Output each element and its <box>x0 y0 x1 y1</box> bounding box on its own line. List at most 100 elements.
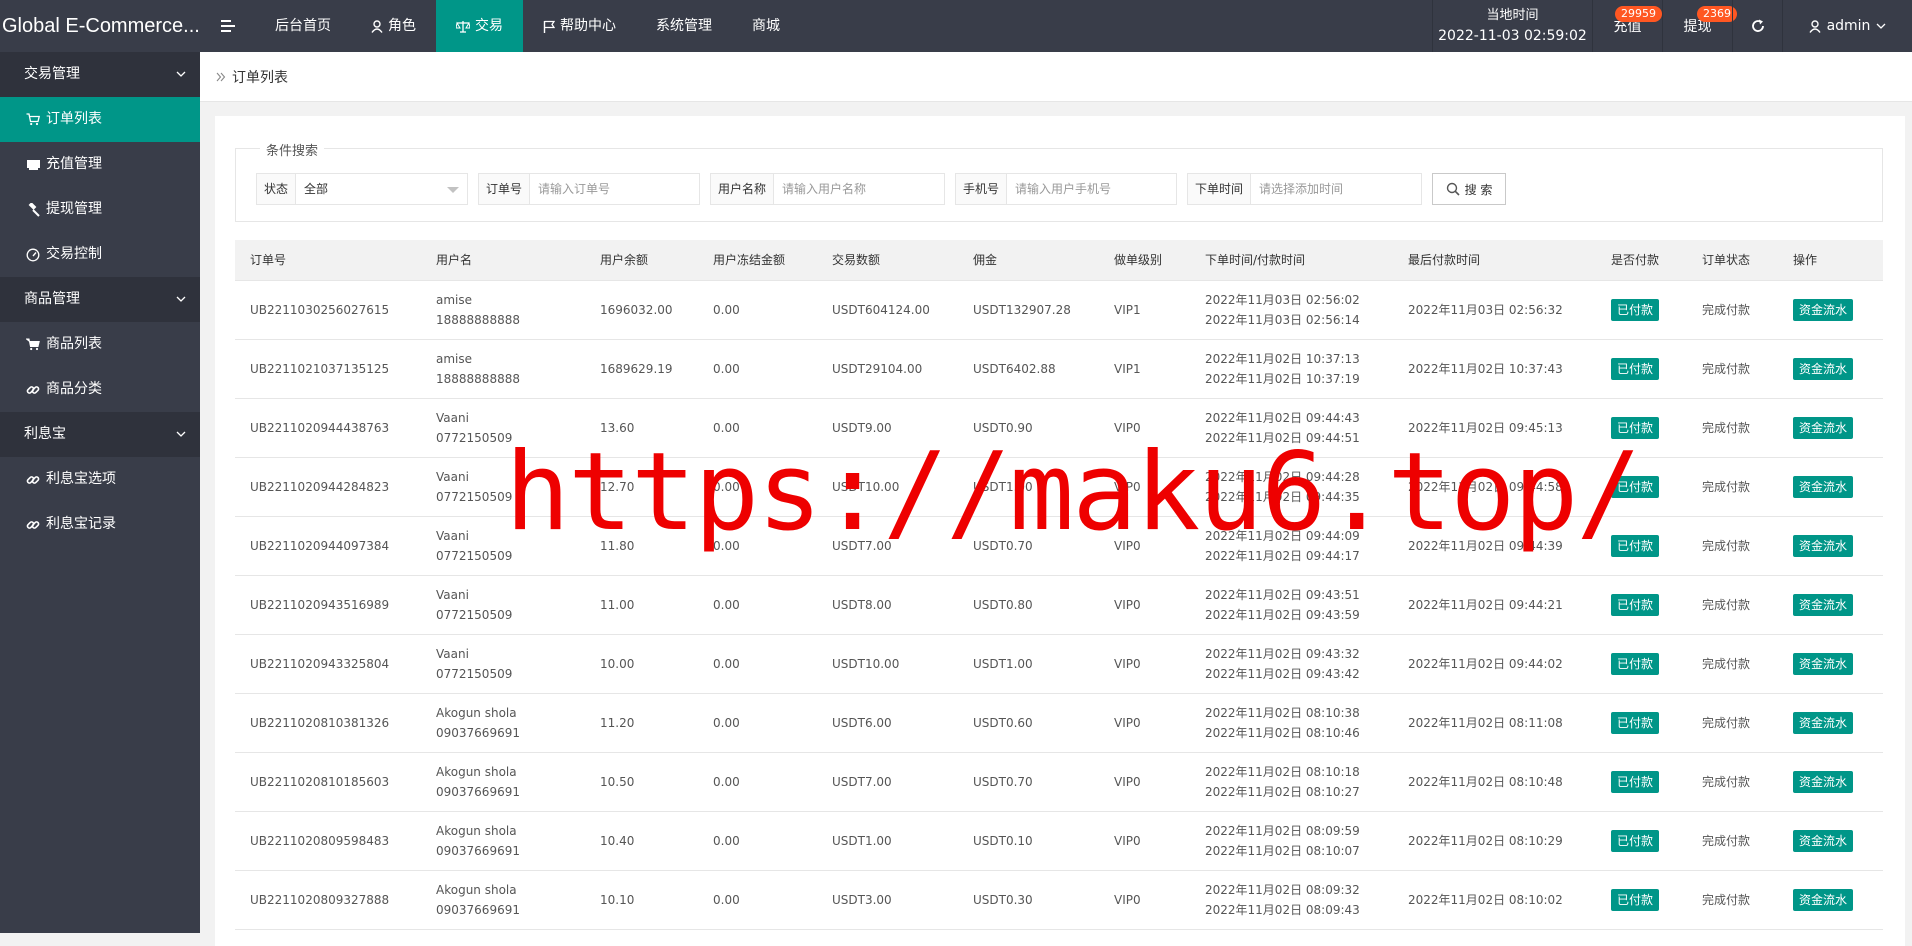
nav-trade[interactable]: 交易 <box>436 0 523 52</box>
order-time-input[interactable] <box>1251 174 1421 204</box>
recharge-button[interactable]: 充值 29959 <box>1592 0 1662 52</box>
fund-flow-button[interactable]: 资金流水 <box>1793 475 1854 498</box>
user-menu[interactable]: admin <box>1782 0 1912 52</box>
sidebar-item-goods-list[interactable]: 商品列表 <box>0 322 200 367</box>
sidebar-group-interest[interactable]: 利息宝 <box>0 412 200 457</box>
fund-flow-button[interactable]: 资金流水 <box>1793 593 1854 616</box>
sidebar-item-interest-options[interactable]: 利息宝选项 <box>0 457 200 502</box>
sidebar-item-interest-records[interactable]: 利息宝记录 <box>0 502 200 547</box>
level: VIP0 <box>1099 516 1190 576</box>
sidebar-item-goods-category[interactable]: 商品分类 <box>0 367 200 412</box>
sidebar-group-label: 利息宝 <box>24 426 66 442</box>
nav-help[interactable]: 帮助中心 <box>523 0 636 52</box>
action-cell: 资金流水 <box>1778 280 1883 340</box>
frozen-amount: 0.00 <box>698 634 817 694</box>
sidebar-item-label: 利息宝记录 <box>46 516 116 532</box>
time-cell: 2022年11月02日 09:44:43 2022年11月02日 09:44:51 <box>1190 398 1393 458</box>
order-status: 完成付款 <box>1687 339 1778 399</box>
order-no: UB2211020944284823 <box>235 457 421 517</box>
user-phone: 0772150509 <box>436 666 513 681</box>
local-time-value: 2022-11-03 02:59:02 <box>1438 28 1587 44</box>
order-no-input[interactable] <box>530 174 699 204</box>
withdraw-button[interactable]: 提现 2369 <box>1662 0 1737 52</box>
sidebar-item-order-list[interactable]: 订单列表 <box>0 97 200 142</box>
user-phone: 0772150509 <box>436 548 513 563</box>
last-pay-time: 2022年11月02日 08:10:48 <box>1393 752 1596 812</box>
user-cell: Akogun shola 09037669691 <box>421 693 585 753</box>
commission: USDT0.10 <box>958 811 1099 871</box>
sidebar-item-withdraw[interactable]: 提现管理 <box>0 187 200 232</box>
cart-icon <box>26 338 40 352</box>
nav-roles[interactable]: 角色 <box>351 0 436 52</box>
col-amount: 交易数额 <box>817 240 958 281</box>
frozen-amount: 0.00 <box>698 280 817 340</box>
chevron-down-icon <box>1876 23 1886 29</box>
paid-cell: 已付款 <box>1596 634 1687 694</box>
nav-mall[interactable]: 商城 <box>732 0 800 52</box>
last-pay-time: 2022年11月02日 09:45:13 <box>1393 398 1596 458</box>
time-cell: 2022年11月03日 02:56:02 2022年11月03日 02:56:14 <box>1190 280 1393 340</box>
table-row: UB2211020809327888 Akogun shola 0903766969… <box>235 870 1883 930</box>
trade-amount: USDT1.00 <box>817 811 958 871</box>
commission: USDT6402.88 <box>958 339 1099 399</box>
paid-cell: 已付款 <box>1596 516 1687 576</box>
fund-flow-button[interactable]: 资金流水 <box>1793 652 1854 675</box>
action-cell: 资金流水 <box>1778 870 1883 930</box>
nav-home[interactable]: 后台首页 <box>255 0 351 52</box>
col-frozen: 用户冻结金额 <box>698 240 817 281</box>
sidebar-group-goods[interactable]: 商品管理 <box>0 277 200 322</box>
sidebar-item-trade-control[interactable]: 交易控制 <box>0 232 200 277</box>
user-phone: 0772150509 <box>436 489 513 504</box>
user-name: Vaani <box>436 528 469 543</box>
table-row: UB2211020810381326 Akogun shola 0903766969… <box>235 693 1883 753</box>
user-name: Vaani <box>436 587 469 602</box>
nav-system[interactable]: 系统管理 <box>636 0 732 52</box>
user-icon <box>1808 19 1821 33</box>
balance: 11.80 <box>585 516 698 576</box>
fund-flow-button[interactable]: 资金流水 <box>1793 416 1854 439</box>
level: VIP0 <box>1099 811 1190 871</box>
header-right: 当地时间 2022-11-03 02:59:02 充值 29959 提现 236… <box>1432 0 1912 52</box>
level: VIP1 <box>1099 280 1190 340</box>
pay-time: 2022年11月02日 08:09:43 <box>1205 902 1360 917</box>
pay-time: 2022年11月03日 02:56:14 <box>1205 312 1360 327</box>
fund-flow-button[interactable]: 资金流水 <box>1793 534 1854 557</box>
user-cell: Vaani 0772150509 <box>421 575 585 635</box>
main-panel: 条件搜索 状态 全部 订单号 用户名称 手机号 下单时间 搜 索 <box>215 116 1905 946</box>
trade-amount: USDT604124.00 <box>817 280 958 340</box>
fund-flow-button[interactable]: 资金流水 <box>1793 357 1854 380</box>
commission: USDT1.00 <box>958 634 1099 694</box>
pay-time: 2022年11月02日 08:10:46 <box>1205 725 1360 740</box>
username-input[interactable] <box>774 174 944 204</box>
search-button[interactable]: 搜 索 <box>1432 173 1506 205</box>
order-time: 2022年11月02日 09:44:43 <box>1205 410 1360 425</box>
trade-amount: USDT6.00 <box>817 693 958 753</box>
paid-cell: 已付款 <box>1596 398 1687 458</box>
commission: USDT0.30 <box>958 870 1099 930</box>
order-no: UB2211020810185603 <box>235 752 421 812</box>
fund-flow-button[interactable]: 资金流水 <box>1793 298 1854 321</box>
col-action: 操作 <box>1778 240 1883 281</box>
sidebar-item-recharge[interactable]: 充值管理 <box>0 142 200 187</box>
balance: 11.20 <box>585 693 698 753</box>
orders-table: 订单号 用户名 用户余额 用户冻结金额 交易数额 佣金 做单级别 下单时间/付款… <box>235 240 1883 930</box>
fund-flow-button[interactable]: 资金流水 <box>1793 829 1854 852</box>
refresh-button[interactable] <box>1732 0 1782 52</box>
link-icon <box>26 383 40 397</box>
breadcrumb-current[interactable]: 订单列表 <box>232 67 288 87</box>
frozen-amount: 0.00 <box>698 752 817 812</box>
fund-flow-button[interactable]: 资金流水 <box>1793 770 1854 793</box>
fund-flow-button[interactable]: 资金流水 <box>1793 711 1854 734</box>
nav-mall-label: 商城 <box>752 18 780 34</box>
phone-input[interactable] <box>1007 174 1176 204</box>
trade-amount: USDT8.00 <box>817 575 958 635</box>
order-time: 2022年11月02日 10:37:13 <box>1205 351 1360 366</box>
order-time: 2022年11月02日 09:43:32 <box>1205 646 1360 661</box>
order-status: 完成付款 <box>1687 634 1778 694</box>
sidebar-group-trade[interactable]: 交易管理 <box>0 52 200 97</box>
menu-toggle-button[interactable] <box>200 0 255 52</box>
paid-badge: 已付款 <box>1611 652 1660 675</box>
time-cell: 2022年11月02日 09:44:09 2022年11月02日 09:44:17 <box>1190 516 1393 576</box>
status-select[interactable]: 状态 全部 <box>256 173 468 205</box>
fund-flow-button[interactable]: 资金流水 <box>1793 888 1854 911</box>
